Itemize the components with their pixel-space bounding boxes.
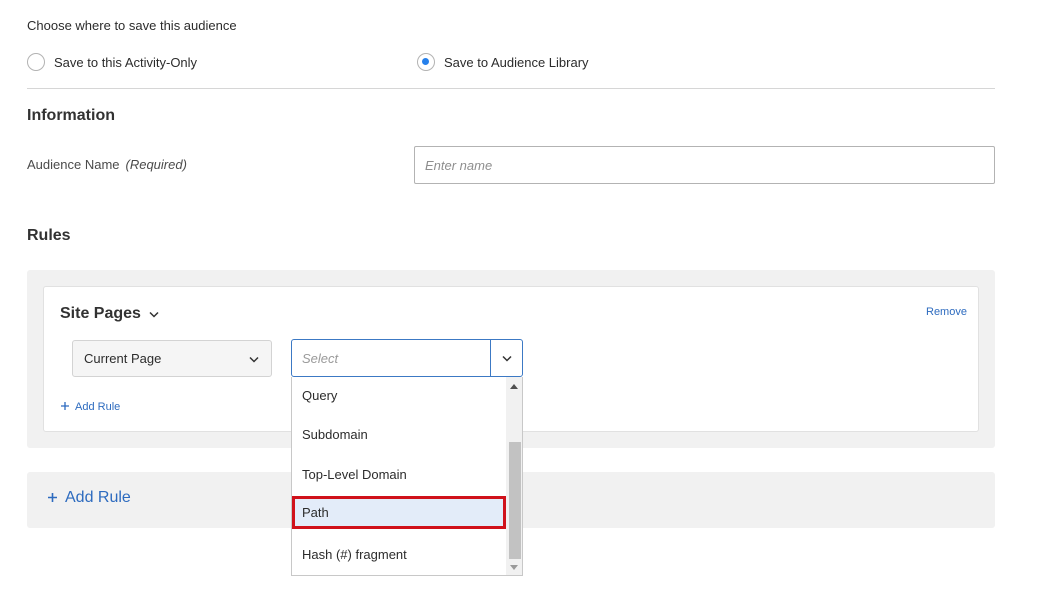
- radio-audience-library-control[interactable]: [417, 53, 435, 71]
- section-divider: [27, 88, 995, 89]
- add-rule-link[interactable]: Add Rule: [61, 401, 120, 413]
- dropdown-option-path[interactable]: Path: [292, 494, 506, 534]
- add-rule-link-label: Add Rule: [75, 401, 121, 413]
- radio-activity-only-control[interactable]: [27, 53, 45, 71]
- select-input[interactable]: [292, 340, 490, 376]
- select-toggle-button[interactable]: [490, 340, 522, 376]
- current-page-value: Current Page: [84, 351, 162, 366]
- remove-rule-link[interactable]: Remove: [926, 306, 967, 318]
- add-rule-button-label: Add Rule: [65, 489, 131, 506]
- audience-name-label: Audience Name (Required): [27, 157, 187, 172]
- chevron-down-icon: [249, 351, 259, 366]
- dropdown-option-label: Path: [302, 504, 329, 520]
- information-heading: Information: [27, 107, 115, 124]
- chevron-down-icon: [149, 305, 159, 323]
- dropdown-option-top-level-domain[interactable]: Top-Level Domain: [292, 454, 506, 494]
- radio-activity-only[interactable]: Save to this Activity-Only: [27, 52, 197, 72]
- add-rule-button[interactable]: Add Rule: [48, 489, 131, 507]
- dropdown-option-label: Top-Level Domain: [302, 466, 407, 482]
- radio-activity-only-label: Save to this Activity-Only: [54, 54, 198, 70]
- current-page-dropdown[interactable]: Current Page: [72, 340, 272, 377]
- scroll-thumb[interactable]: [509, 442, 521, 559]
- audience-name-input[interactable]: [414, 146, 995, 184]
- plus-icon: [48, 489, 57, 507]
- required-note: (Required): [125, 157, 187, 172]
- site-pages-title: Site Pages: [60, 305, 141, 322]
- caret-up-icon[interactable]: [506, 379, 522, 393]
- chevron-down-icon: [501, 355, 512, 362]
- caret-down-icon[interactable]: [506, 560, 522, 574]
- audience-name-label-text: Audience Name: [27, 157, 120, 172]
- dropdown-scrollbar[interactable]: [506, 377, 522, 575]
- save-destination-prompt: Choose where to save this audience: [27, 18, 237, 33]
- radio-audience-library-label: Save to Audience Library: [444, 54, 589, 70]
- site-pages-selector[interactable]: Site Pages: [60, 305, 159, 323]
- dropdown-option-subdomain[interactable]: Subdomain: [292, 414, 506, 454]
- select-dropdown-list[interactable]: Query Subdomain Top-Level Domain Path Ha…: [291, 377, 523, 576]
- rules-heading: Rules: [27, 227, 71, 244]
- dropdown-options: Query Subdomain Top-Level Domain Path Ha…: [292, 377, 506, 574]
- plus-icon: [61, 401, 69, 413]
- dropdown-option-query[interactable]: Query: [292, 377, 506, 414]
- dropdown-option-label: Hash (#) fragment: [302, 546, 407, 562]
- dropdown-option-label: Subdomain: [302, 426, 368, 442]
- dropdown-option-label: Query: [302, 388, 338, 403]
- select-combobox[interactable]: [291, 339, 523, 377]
- dropdown-option-hash-fragment[interactable]: Hash (#) fragment: [292, 534, 506, 574]
- radio-audience-library[interactable]: Save to Audience Library: [417, 52, 589, 72]
